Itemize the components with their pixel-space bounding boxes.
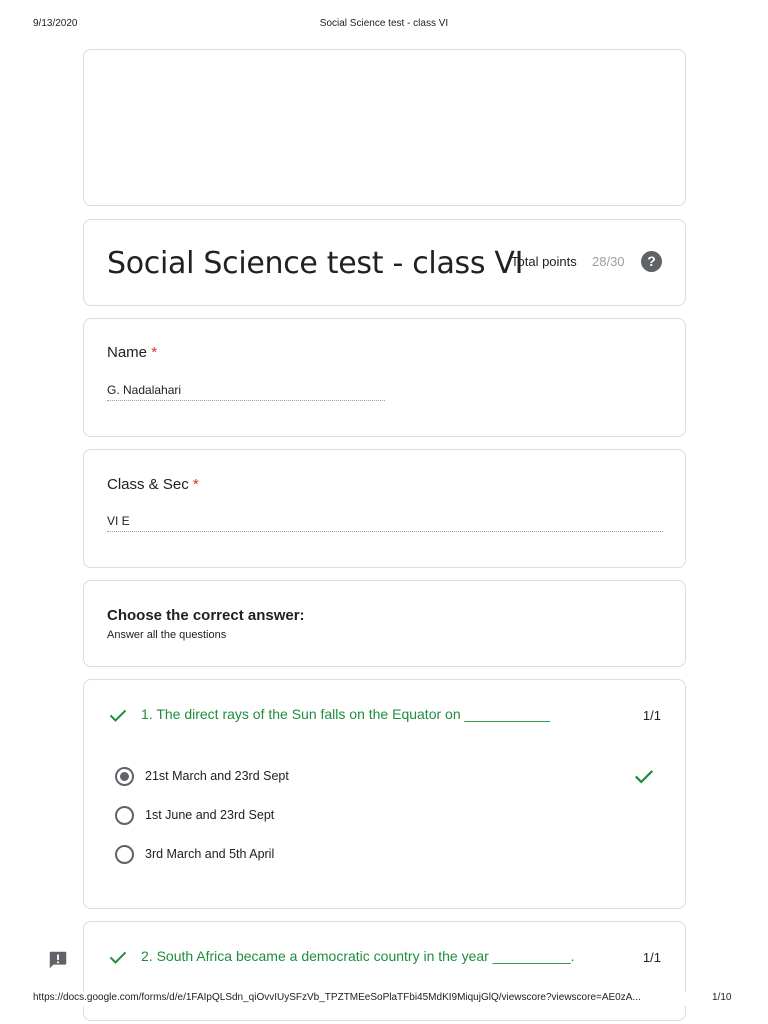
class-sec-field-value: VI E xyxy=(107,514,130,528)
print-url: https://docs.google.com/forms/d/e/1FAIpQ… xyxy=(33,992,641,1003)
name-label-text: Name xyxy=(107,344,148,361)
class-sec-field-label: Class & Sec * xyxy=(107,476,199,493)
question-text-2: 2. South Africa became a democratic coun… xyxy=(141,948,575,964)
question-score-1: 1/1 xyxy=(642,708,661,723)
radio-unselected[interactable] xyxy=(115,806,134,825)
question-card-1: 1. The direct rays of the Sun falls on t… xyxy=(83,679,686,909)
option-2[interactable]: 1st June and 23rd Sept xyxy=(115,806,645,826)
option-label: 3rd March and 5th April xyxy=(145,847,275,861)
name-field-underline xyxy=(107,400,385,401)
radio-selected[interactable] xyxy=(115,767,134,786)
print-header: 9/13/2020 Social Science test - class VI xyxy=(0,18,768,32)
print-footer: https://docs.google.com/forms/d/e/1FAIpQ… xyxy=(0,992,768,1006)
required-asterisk: * xyxy=(192,476,199,493)
question-score-2: 1/1 xyxy=(642,950,661,965)
option-3[interactable]: 3rd March and 5th April xyxy=(115,845,645,865)
print-page-number: 1/10 xyxy=(712,992,732,1003)
name-field-card: Name * G. Nadalahari xyxy=(83,318,686,437)
form-header-image xyxy=(83,49,686,206)
class-sec-label-text: Class & Sec xyxy=(107,476,189,493)
class-sec-field-underline xyxy=(107,531,663,532)
question-text-1: 1. The direct rays of the Sun falls on t… xyxy=(141,706,551,722)
section-header-card: Choose the correct answer: Answer all th… xyxy=(83,580,686,667)
question-circle-icon[interactable]: ? xyxy=(641,251,662,272)
form-title: Social Science test - class VI xyxy=(107,246,524,281)
check-icon xyxy=(109,709,127,722)
form-title-card: Social Science test - class VI Total poi… xyxy=(83,219,686,306)
option-label: 21st March and 23rd Sept xyxy=(145,769,289,783)
section-title: Choose the correct answer: xyxy=(107,607,305,624)
class-sec-field-card: Class & Sec * VI E xyxy=(83,449,686,568)
section-description: Answer all the questions xyxy=(107,629,227,641)
check-icon xyxy=(109,951,127,964)
total-points-label: Total points xyxy=(511,254,577,269)
total-points-value: 28/30 xyxy=(592,254,625,269)
correct-check-icon xyxy=(634,770,654,784)
name-field-value: G. Nadalahari xyxy=(107,383,182,397)
required-asterisk: * xyxy=(151,344,158,361)
name-field-label: Name * xyxy=(107,344,157,361)
question-card-2: 2. South Africa became a democratic coun… xyxy=(83,921,686,1021)
option-1[interactable]: 21st March and 23rd Sept xyxy=(115,767,645,787)
radio-unselected[interactable] xyxy=(115,845,134,864)
option-label: 1st June and 23rd Sept xyxy=(145,808,275,822)
print-title: Social Science test - class VI xyxy=(319,18,449,29)
report-feedback-icon[interactable] xyxy=(47,949,69,971)
